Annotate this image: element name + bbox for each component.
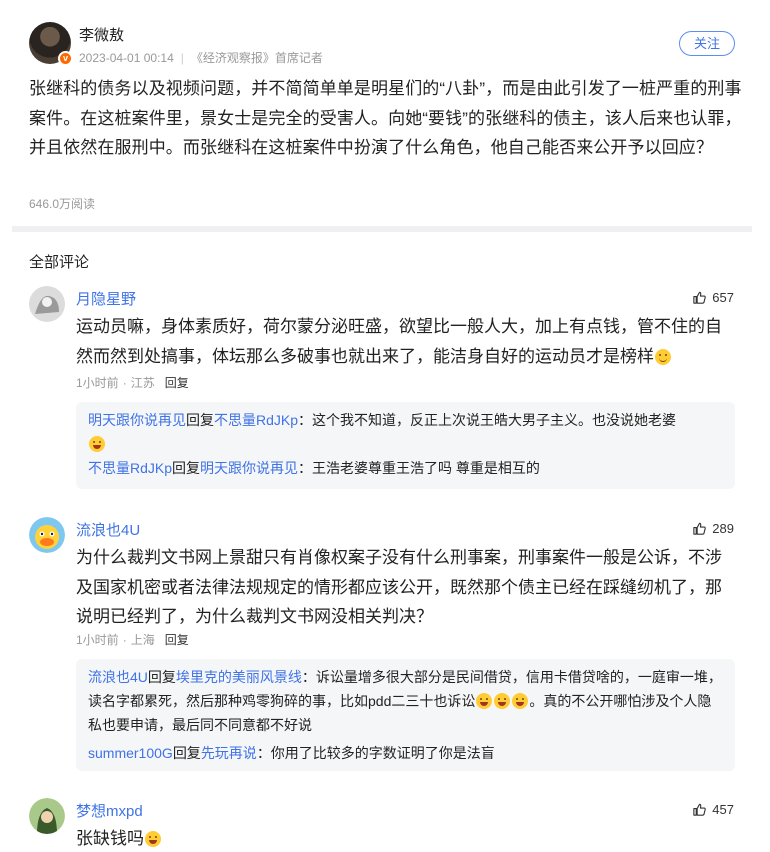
comment-text: 为什么裁判文书网上景甜只有肖像权案子没有什么刑事案，刑事案件一般是公诉，不涉及国…	[76, 548, 722, 626]
author-avatar[interactable]: v	[29, 22, 73, 66]
reply-item[interactable]: 不思量RdJKp回复明天跟你说再见：王浩老婆尊重王浩了吗 尊重是相互的	[88, 456, 723, 480]
like-button[interactable]: 657	[692, 290, 734, 305]
view-count: 646.0万阅读	[29, 197, 96, 211]
reply-thread: 流浪也4U回复埃里克的美丽风景线：诉讼量增多很大部分是民间借贷，信用卡借贷啥的，…	[76, 659, 735, 771]
thumbs-up-icon	[693, 803, 707, 816]
author-title: 《经济观察报》首席记者	[190, 51, 323, 65]
commenter-avatar[interactable]	[29, 798, 65, 834]
like-count: 289	[712, 521, 734, 536]
commenter-avatar[interactable]	[29, 517, 65, 553]
laugh-emoji-icon	[512, 693, 529, 709]
thumbs-up-icon	[693, 522, 707, 535]
laugh-emoji-icon	[145, 831, 161, 847]
reply-button[interactable]: 回复	[165, 633, 189, 647]
author-name[interactable]: 李微敖	[79, 24, 124, 45]
reply-from-user: summer100G	[88, 745, 173, 761]
reply-from-user: 明天跟你说再见	[88, 412, 186, 428]
reply-from-user: 流浪也4U	[88, 669, 148, 685]
thumbs-up-icon	[693, 291, 707, 304]
reply-thread: 明天跟你说再见回复不思量RdJKp：这个我不知道，反正上次说王皓大男子主义。也没…	[76, 402, 735, 489]
like-button[interactable]: 289	[692, 521, 734, 536]
reply-to-user: 不思量RdJKp	[214, 412, 299, 428]
commenter-name[interactable]: 月隐星野	[76, 288, 136, 309]
post-body: 张继科的债务以及视频问题，并不简简单单是明星们的“八卦”，而是由此引发了一桩严重…	[29, 79, 742, 157]
post-meta: 2023-04-01 00:14 | 《经济观察报》首席记者	[79, 51, 323, 65]
laugh-emoji-icon	[476, 693, 493, 709]
like-count: 457	[712, 802, 734, 817]
verified-badge-icon: v	[58, 51, 73, 66]
reply-item[interactable]: 明天跟你说再见回复不思量RdJKp：这个我不知道，反正上次说王皓大男子主义。也没…	[88, 408, 723, 456]
comment-meta: 1小时前 · 江苏 回复	[76, 376, 189, 390]
laugh-emoji-icon	[494, 693, 511, 709]
comment-text: 运动员嘛，身体素质好，荷尔蒙分泌旺盛，欲望比一般人大，加上有点钱，管不住的自然而…	[76, 317, 722, 366]
reply-item[interactable]: summer100G回复先玩再说：你用了比较多的字数证明了你是法盲	[88, 741, 723, 765]
post-card: v 李微敖 2023-04-01 00:14 | 《经济观察报》首席记者 关注 张继…	[0, 0, 770, 222]
commenter-name[interactable]: 流浪也4U	[76, 519, 140, 540]
commenter-name[interactable]: 梦想mxpd	[76, 800, 143, 821]
laugh-emoji-icon	[89, 436, 105, 452]
comment-meta: 1小时前 · 上海 回复	[76, 633, 189, 647]
reply-to-user: 埃里克的美丽风景线	[175, 669, 302, 685]
commenter-avatar[interactable]	[29, 286, 65, 322]
comment-text: 张缺钱吗	[76, 824, 736, 852]
like-button[interactable]: 457	[692, 802, 734, 817]
section-divider	[12, 226, 752, 232]
reply-item[interactable]: 流浪也4U回复埃里克的美丽风景线：诉讼量增多很大部分是民间借贷，信用卡借贷啥的，…	[88, 665, 723, 737]
post-timestamp: 2023-04-01 00:14	[79, 51, 174, 65]
comments-title: 全部评论	[29, 254, 90, 271]
reply-to-user: 明天跟你说再见	[200, 460, 299, 476]
shy-smile-emoji-icon	[655, 348, 671, 365]
reply-from-user: 不思量RdJKp	[88, 460, 173, 476]
like-count: 657	[712, 290, 734, 305]
follow-button[interactable]: 关注	[679, 31, 735, 56]
reply-button[interactable]: 回复	[165, 376, 189, 390]
reply-to-user: 先玩再说	[200, 745, 257, 761]
